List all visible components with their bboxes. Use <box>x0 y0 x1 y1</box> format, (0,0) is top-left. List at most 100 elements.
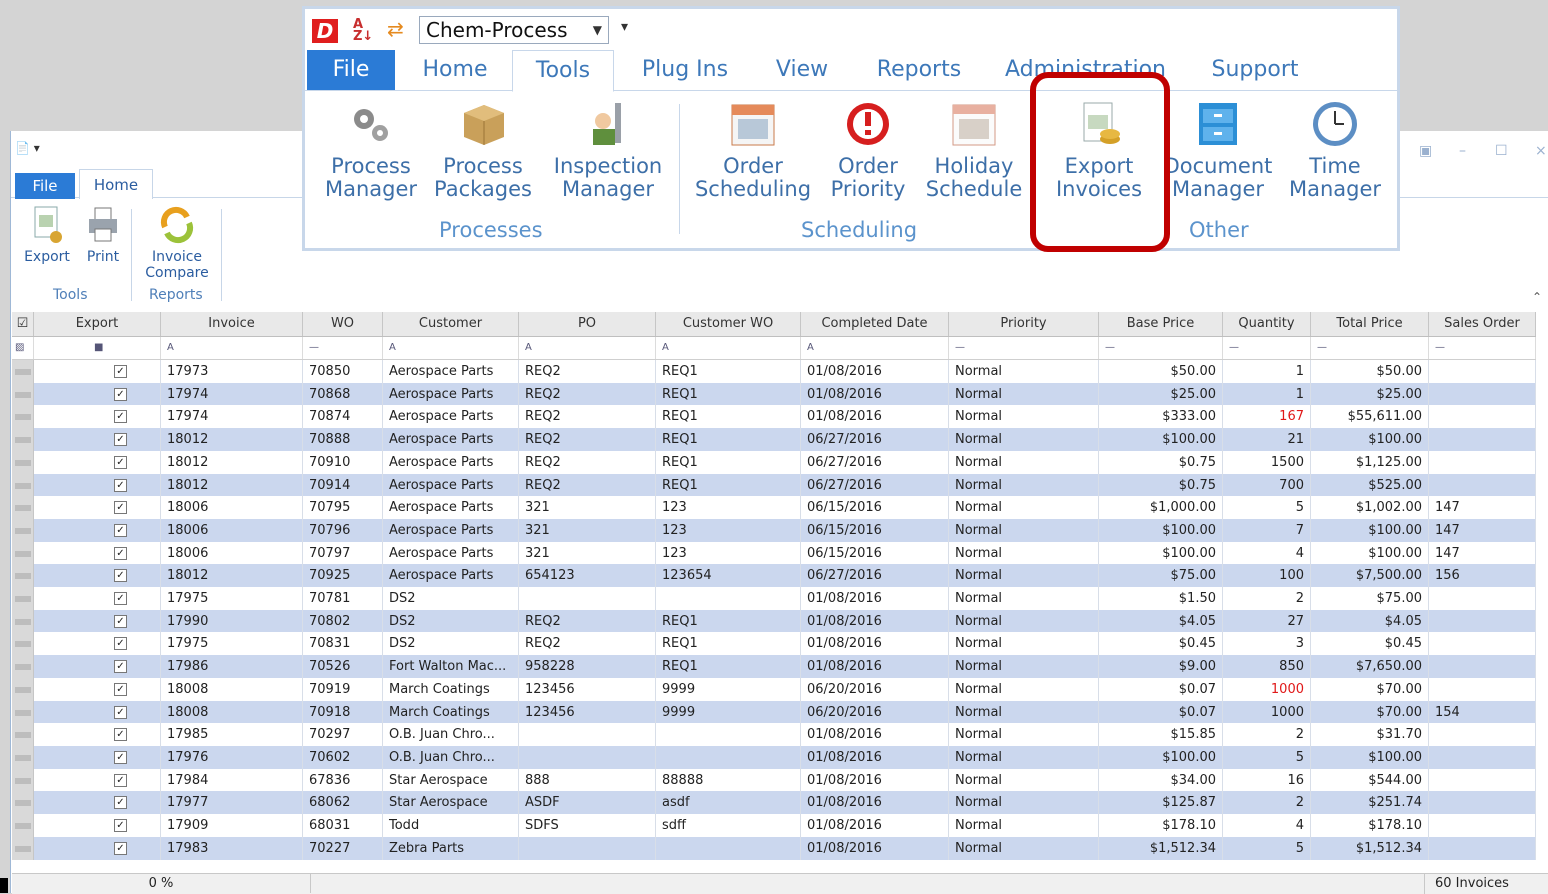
column-header[interactable]: Base Price <box>1099 312 1223 336</box>
row-selector[interactable] <box>12 473 34 497</box>
sync-icon[interactable]: ⇄ <box>387 17 404 41</box>
table-row[interactable]: ✓ 18006 70796 Aerospace Parts 321 123 06/15/20… <box>12 518 1536 542</box>
database-select[interactable]: Chem-Process ▼ <box>419 16 609 44</box>
table-row[interactable]: ✓ 18012 70914 Aerospace Parts REQ2 REQ1 06/27/… <box>12 473 1536 497</box>
export-checkbox[interactable]: ✓ <box>114 592 127 605</box>
column-header[interactable]: Customer <box>383 312 519 336</box>
row-selector[interactable] <box>12 632 34 656</box>
row-selector[interactable] <box>12 609 34 633</box>
table-row[interactable]: ✓ 17909 68031 Todd SDFS sdff 01/08/2016 Normal $… <box>12 814 1536 837</box>
row-selector[interactable] <box>12 541 34 565</box>
table-row[interactable]: ✓ 17976 70602 O.B. Juan Chro... 01/08/2016 No… <box>12 745 1536 769</box>
row-selector[interactable] <box>12 700 34 724</box>
column-filter-icon[interactable]: A <box>656 337 801 359</box>
tab-plug-ins[interactable]: Plug Ins <box>635 50 735 90</box>
tab-support[interactable]: Support <box>1207 50 1303 90</box>
column-filter-icon[interactable]: — <box>303 337 383 359</box>
row-selector[interactable] <box>12 745 34 769</box>
export-checkbox[interactable]: ✓ <box>114 478 127 492</box>
row-selector[interactable] <box>12 791 34 815</box>
column-filter-icon[interactable]: — <box>1099 337 1223 359</box>
time-manager-button[interactable]: Time Manager <box>1285 99 1385 201</box>
export-checkbox[interactable]: ✓ <box>114 750 127 764</box>
column-header[interactable]: Customer WO <box>656 312 801 336</box>
process-packages-button[interactable]: Process Packages <box>431 99 535 201</box>
export-checkbox[interactable]: ✓ <box>114 387 127 401</box>
table-row[interactable]: ✓ 17974 70874 Aerospace Parts REQ2 REQ1 01/08/… <box>12 405 1536 429</box>
row-selector[interactable] <box>12 382 34 406</box>
export-button[interactable]: Export <box>21 205 73 265</box>
column-filter-icon[interactable]: — <box>1311 337 1429 359</box>
table-row[interactable]: ✓ 17985 70297 O.B. Juan Chro... 01/08/2016 No… <box>12 723 1536 747</box>
export-checkbox[interactable]: ✓ <box>114 546 127 560</box>
export-checkbox[interactable]: ✓ <box>114 501 127 515</box>
tab-reports[interactable]: Reports <box>871 50 967 90</box>
process-manager-button[interactable]: Process Manager <box>319 99 423 201</box>
restore-icon[interactable]: ▣ <box>1419 143 1432 159</box>
filter-toggle-icon[interactable]: ▨ <box>12 337 34 359</box>
close-icon[interactable]: × <box>1535 143 1547 159</box>
row-selector[interactable] <box>12 496 34 520</box>
column-header[interactable]: Sales Order <box>1429 312 1536 336</box>
tab-view[interactable]: View <box>767 50 837 90</box>
minimize-icon[interactable]: – <box>1459 143 1466 159</box>
table-row[interactable]: ✓ 17974 70868 Aerospace Parts REQ2 REQ1 01/08/… <box>12 382 1536 406</box>
tab-tools[interactable]: Tools <box>512 50 614 92</box>
select-all-checkbox[interactable]: ☑ <box>12 312 34 336</box>
row-selector[interactable] <box>12 405 34 429</box>
order-scheduling-button[interactable]: Order Scheduling <box>693 99 813 201</box>
row-selector[interactable] <box>12 814 34 837</box>
column-header[interactable]: WO <box>303 312 383 336</box>
column-header[interactable]: Completed Date <box>801 312 949 336</box>
column-header[interactable]: Invoice <box>161 312 303 336</box>
tab-file[interactable]: File <box>307 50 395 90</box>
column-header[interactable]: PO <box>519 312 656 336</box>
export-checkbox[interactable]: ✓ <box>114 841 127 855</box>
maximize-icon[interactable]: ☐ <box>1495 143 1508 159</box>
invoice-compare-button[interactable]: Invoice Compare <box>139 205 215 281</box>
row-selector[interactable] <box>12 450 34 474</box>
column-filter-icon[interactable]: — <box>1429 337 1536 359</box>
export-checkbox[interactable]: ✓ <box>114 682 127 696</box>
column-filter-icon[interactable]: A <box>519 337 656 359</box>
export-checkbox[interactable]: ✓ <box>114 796 127 810</box>
export-checkbox[interactable]: ✓ <box>114 637 127 651</box>
document-manager-button[interactable]: Document Manager <box>1159 99 1277 201</box>
table-row[interactable]: ✓ 17973 70850 Aerospace Parts REQ2 REQ1 01/08/… <box>12 360 1536 383</box>
order-priority-button[interactable]: Order Priority <box>823 99 913 201</box>
column-header[interactable]: Quantity <box>1223 312 1311 336</box>
table-row[interactable]: ✓ 17990 70802 DS2 REQ2 REQ1 01/08/2016 Normal $4… <box>12 609 1536 633</box>
row-selector[interactable] <box>12 518 34 542</box>
export-checkbox[interactable]: ✓ <box>114 660 127 674</box>
row-selector[interactable] <box>12 768 34 792</box>
export-checkbox[interactable]: ✓ <box>114 728 127 742</box>
export-checkbox[interactable]: ✓ <box>114 433 127 447</box>
table-row[interactable]: ✓ 17977 68062 Star Aerospace ASDF asdf 01/08/2… <box>12 791 1536 815</box>
column-filter-icon[interactable]: A <box>383 337 519 359</box>
table-row[interactable]: ✓ 18008 70918 March Coatings 123456 9999 06/20… <box>12 700 1536 724</box>
holiday-schedule-button[interactable]: Holiday Schedule <box>921 99 1027 201</box>
column-filter-icon[interactable]: A <box>801 337 949 359</box>
export-checkbox[interactable]: ✓ <box>114 705 127 719</box>
sort-az-icon[interactable]: A Z↓ <box>353 18 373 43</box>
table-row[interactable]: ✓ 18012 70925 Aerospace Parts 654123 123654 06… <box>12 564 1536 588</box>
row-selector[interactable] <box>12 677 34 701</box>
table-row[interactable]: ✓ 18006 70797 Aerospace Parts 321 123 06/15/20… <box>12 541 1536 565</box>
tab-home[interactable]: Home <box>413 50 497 90</box>
row-selector[interactable] <box>12 723 34 747</box>
back-tab-file[interactable]: File <box>15 173 75 199</box>
export-checkbox[interactable]: ✓ <box>114 773 127 787</box>
export-checkbox[interactable]: ✓ <box>114 614 127 628</box>
column-filter-icon[interactable]: — <box>1223 337 1311 359</box>
column-header[interactable]: Total Price <box>1311 312 1429 336</box>
row-selector[interactable] <box>12 587 34 610</box>
table-row[interactable]: ✓ 18012 70888 Aerospace Parts REQ2 REQ1 06/27/… <box>12 428 1536 452</box>
column-filter-icon[interactable]: — <box>949 337 1099 359</box>
row-selector[interactable] <box>12 428 34 452</box>
customize-qat-icon[interactable]: ▾ <box>621 19 628 35</box>
table-row[interactable]: ✓ 17975 70781 DS2 01/08/2016 Normal $1.50 2 $75.… <box>12 587 1536 610</box>
row-selector[interactable] <box>12 564 34 588</box>
column-filter-icon[interactable]: A <box>161 337 303 359</box>
export-checkbox[interactable]: ✓ <box>114 365 127 378</box>
collapse-ribbon-icon[interactable]: ⌃ <box>1532 290 1542 304</box>
